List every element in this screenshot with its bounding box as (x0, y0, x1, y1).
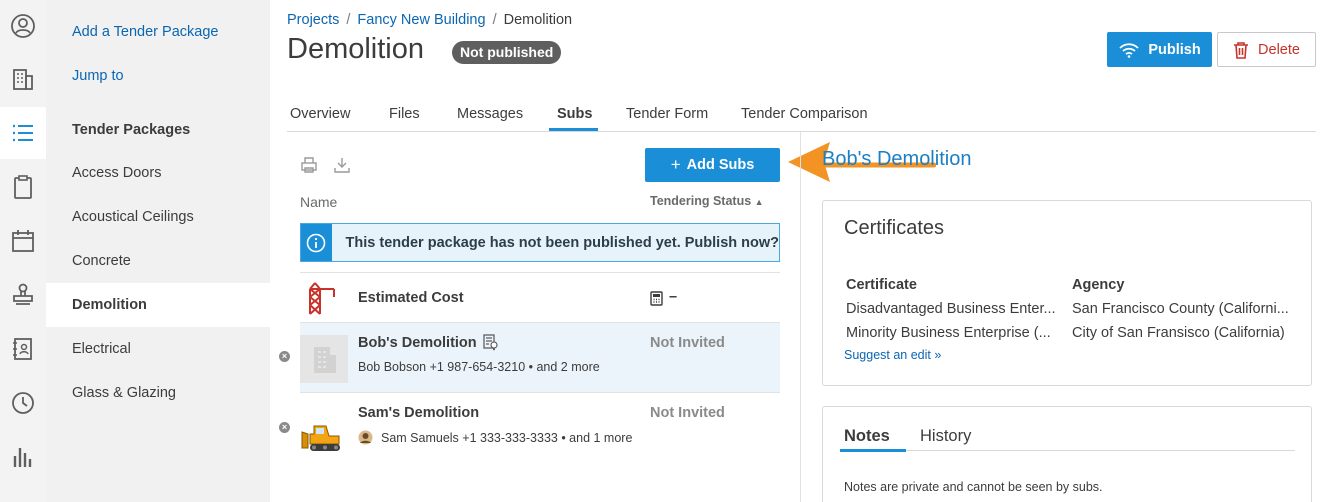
remove-sub-icon[interactable]: × (279, 351, 290, 362)
agency-column-header: Agency (1072, 277, 1125, 293)
sidebar-item-demolition[interactable]: Demolition (46, 283, 270, 327)
status-badge: Not published (452, 41, 562, 64)
panel-divider (800, 132, 801, 502)
print-icon[interactable] (300, 156, 318, 174)
sub-row-bobs-demolition[interactable]: Bob's Demolition Bob Bobson +1 987-654-3… (300, 322, 780, 392)
active-notes-tab-indicator (840, 449, 906, 452)
column-header-tendering-status-label: Tendering Status (650, 194, 752, 208)
certificate-name: Disadvantaged Business Enter... (846, 301, 1056, 317)
sort-asc-icon: ▲ (754, 197, 764, 207)
info-icon (301, 224, 332, 261)
add-subs-button[interactable]: + Add Subs (645, 148, 780, 182)
clipboard-icon[interactable] (0, 161, 46, 213)
sub-contact: Bob Bobson +1 987-654-3210 • and 2 more (358, 360, 600, 374)
notes-tab-divider (840, 450, 1295, 451)
certificate-icon (483, 334, 498, 351)
certificates-card: Certificates Certificate Agency Disadvan… (822, 200, 1312, 386)
notes-card: Notes History Notes are private and cann… (822, 406, 1312, 502)
bulldozer-icon (301, 425, 340, 451)
page-title: Demolition (287, 33, 424, 65)
sub-name[interactable]: Bob's Demolition (358, 335, 477, 351)
tab-subs[interactable]: Subs (557, 106, 592, 122)
calendar-icon[interactable] (0, 215, 46, 267)
add-subs-label: Add Subs (686, 157, 755, 173)
bar-chart-icon[interactable] (0, 431, 46, 483)
delete-button[interactable]: Delete (1217, 32, 1316, 67)
breadcrumb-project[interactable]: Fancy New Building (357, 12, 485, 28)
add-tender-package-link[interactable]: Add a Tender Package (72, 24, 218, 40)
tab-tender-comparison[interactable]: Tender Comparison (741, 106, 868, 122)
not-published-banner[interactable]: This tender package has not been publish… (300, 223, 780, 262)
tendering-status: Not Invited (650, 335, 725, 351)
jump-to-link[interactable]: Jump to (72, 68, 124, 84)
wifi-icon (1119, 42, 1139, 58)
crane-icon (309, 282, 335, 315)
sidebar-item-concrete[interactable]: Concrete (46, 239, 270, 283)
sidebar-item-glass-glazing[interactable]: Glass & Glazing (46, 371, 270, 415)
sub-contact: Sam Samuels +1 333-333-3333 • and 1 more (381, 431, 633, 445)
sidebar-section-title: Tender Packages (72, 122, 191, 138)
avatar-icon (358, 430, 373, 445)
tab-overview[interactable]: Overview (290, 106, 350, 122)
app-window: Add a Tender Package Jump to Tender Pack… (0, 0, 1330, 502)
tab-bar: Overview Files Messages Subs Tender Form… (287, 100, 1316, 132)
breadcrumb-separator: / (492, 12, 497, 28)
trash-icon (1234, 41, 1249, 59)
agency-name: City of San Fransisco (California) (1072, 325, 1285, 341)
active-tab-indicator (549, 128, 598, 131)
banner-text: This tender package has not been publish… (345, 234, 779, 251)
certificates-title: Certificates (844, 217, 945, 239)
breadcrumb-current: Demolition (503, 12, 573, 28)
estimated-cost-label: Estimated Cost (358, 290, 464, 306)
download-icon[interactable] (333, 156, 351, 174)
agency-name: San Francisco County (Californi... (1072, 301, 1289, 317)
tab-messages[interactable]: Messages (457, 106, 523, 122)
estimated-cost-row: Estimated Cost – (300, 272, 780, 322)
address-book-icon[interactable] (0, 323, 46, 375)
sidebar-item-access-doors[interactable]: Access Doors (46, 151, 270, 195)
notes-privacy-text: Notes are private and cannot be seen by … (844, 480, 1103, 494)
tendering-status: Not Invited (650, 405, 725, 421)
breadcrumb-separator: / (346, 12, 351, 28)
clock-icon[interactable] (0, 377, 46, 429)
publish-label: Publish (1148, 41, 1201, 58)
remove-sub-icon[interactable]: × (279, 422, 290, 433)
company-placeholder-icon (300, 335, 348, 383)
user-icon[interactable] (0, 0, 46, 52)
publish-button[interactable]: Publish (1107, 32, 1212, 67)
stamp-icon[interactable] (0, 269, 46, 321)
building-icon[interactable] (0, 53, 46, 105)
suggest-edit-link[interactable]: Suggest an edit » (844, 348, 941, 362)
column-header-name[interactable]: Name (300, 194, 337, 210)
tender-package-sidebar: Add a Tender Package Jump to Tender Pack… (46, 0, 270, 502)
sidebar-item-electrical[interactable]: Electrical (46, 327, 270, 371)
calculator-icon[interactable] (650, 291, 663, 306)
breadcrumb: Projects / Fancy New Building / Demolition (287, 12, 572, 28)
detail-sub-title[interactable]: Bob's Demolition (822, 148, 971, 171)
breadcrumb-projects[interactable]: Projects (287, 12, 339, 28)
tab-tender-form[interactable]: Tender Form (626, 106, 708, 122)
icon-rail (0, 0, 46, 502)
sub-row-sams-demolition[interactable]: Sam's Demolition Sam Samuels +1 333-333-… (300, 392, 780, 462)
sidebar-item-acoustical-ceilings[interactable]: Acoustical Ceilings (46, 195, 270, 239)
sub-name[interactable]: Sam's Demolition (358, 405, 479, 421)
certificate-name: Minority Business Enterprise (... (846, 325, 1051, 341)
certificate-column-header: Certificate (846, 277, 917, 293)
plus-icon: + (670, 155, 681, 174)
tab-history[interactable]: History (920, 427, 971, 446)
delete-label: Delete (1258, 41, 1300, 58)
tab-files[interactable]: Files (389, 106, 420, 122)
tab-notes[interactable]: Notes (844, 427, 890, 446)
estimated-cost-value[interactable]: – (669, 289, 677, 305)
column-header-tendering-status[interactable]: Tendering Status ▲ (650, 194, 764, 208)
list-icon[interactable] (0, 107, 46, 159)
